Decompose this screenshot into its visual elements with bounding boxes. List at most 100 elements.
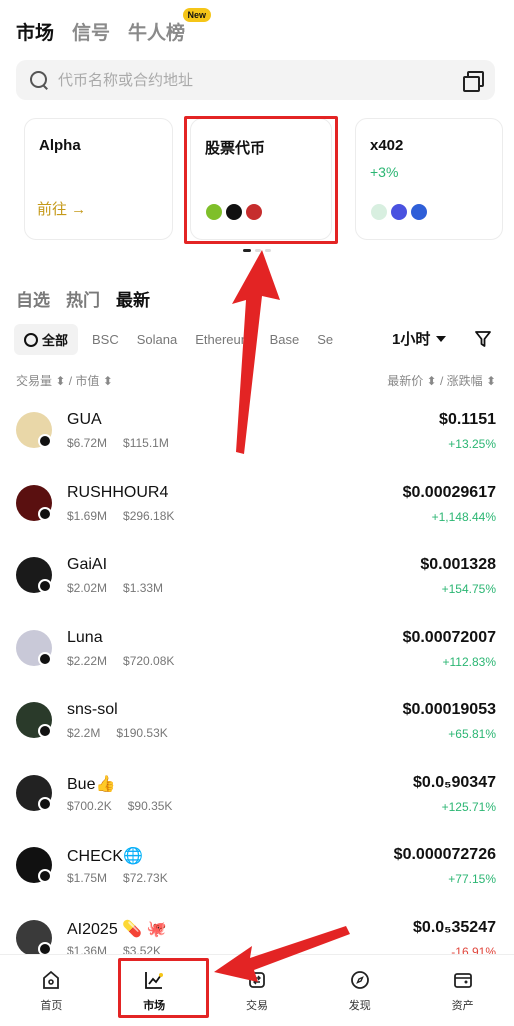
token-stats: $2.2M $190.53K: [67, 726, 168, 740]
chain-filter: 全部 BSC Solana Ethereum Base Se: [14, 324, 384, 355]
token-name: GUA: [67, 411, 102, 428]
nvidia-icon: [205, 203, 223, 221]
carousel-dot: [265, 249, 271, 252]
apple-icon: [225, 203, 243, 221]
tab-market[interactable]: 市场: [16, 18, 54, 45]
smile-icon: [390, 203, 408, 221]
filter-icon[interactable]: [474, 330, 492, 348]
token-change: +154.75%: [441, 582, 496, 596]
card-token-icons: [370, 203, 428, 221]
card-x402[interactable]: x402 +3%: [355, 118, 503, 240]
tab-hot[interactable]: 热门: [66, 286, 100, 311]
token-list: GUA $6.72M $115.1M $0.1151 +13.25% RUSHH…: [0, 398, 514, 978]
carousel-dots: [243, 249, 271, 252]
column-header: 交易量 ⬍ / 市值 ⬍ 最新价 ⬍ / 涨跌幅 ⬍: [16, 372, 496, 389]
token-row[interactable]: Luna $2.22M $720.08K $0.00072007 +112.83…: [0, 616, 514, 689]
card-go-link[interactable]: 前往 →: [37, 198, 86, 219]
nav-home[interactable]: 首页: [11, 969, 91, 1013]
tab-leaderboard[interactable]: 牛人榜 New: [128, 8, 212, 45]
token-change: +112.83%: [442, 654, 497, 669]
token-stats: $2.22M $720.08K: [67, 654, 174, 668]
token-volume: $2.22M: [67, 653, 108, 668]
token-name: sns-sol: [67, 701, 118, 718]
tesla-icon: [245, 203, 263, 221]
nav-discover[interactable]: 发现: [320, 969, 400, 1013]
wallet-icon: [453, 972, 472, 988]
token-row[interactable]: CHECK🌐 $1.75M $72.73K $0.000072726 +77.1…: [0, 833, 514, 906]
chain-badge-icon: [38, 796, 52, 811]
bottom-nav: 首页 市场 交易 发现 资产: [0, 954, 514, 1026]
token-row[interactable]: GaiAI $2.02M $1.33M $0.001328 +154.75%: [0, 543, 514, 616]
token-name: AI2025 💊 🐙: [67, 920, 167, 938]
token-mcap: $190.53K: [116, 726, 168, 740]
token-price: $0.00072007: [402, 628, 496, 646]
timeframe-value: 1小时: [392, 331, 431, 348]
token-volume: $6.72M: [67, 436, 108, 450]
card-title: 股票代币: [205, 140, 266, 157]
token-volume: $1.69M: [67, 508, 108, 523]
nav-label: 首页: [40, 999, 63, 1012]
token-row[interactable]: sns-sol $2.2M $190.53K $0.00019053 +65.8…: [0, 688, 514, 761]
token-stats: $2.02M $1.33M: [67, 581, 163, 595]
token-row[interactable]: GUA $6.72M $115.1M $0.1151 +13.25%: [0, 398, 514, 471]
card-title: x402: [370, 137, 404, 154]
card-stock-tokens[interactable]: 股票代币: [190, 118, 332, 240]
token-volume: $2.2M: [67, 726, 101, 740]
token-stats: $6.72M $115.1M: [67, 436, 169, 450]
leaf-icon: [370, 203, 388, 221]
column-volume-mcap[interactable]: 交易量 ⬍ / 市值 ⬍: [16, 372, 113, 389]
chart-icon: [145, 971, 164, 989]
token-stats: $1.69M $296.18K: [67, 509, 174, 523]
token-price: $0.000072726: [393, 846, 496, 863]
card-token-icons: [205, 203, 263, 221]
nav-trade[interactable]: 交易: [217, 969, 297, 1013]
token-mcap: $1.33M: [123, 581, 164, 595]
token-price: $0.00029617: [402, 483, 496, 501]
tab-signal[interactable]: 信号: [72, 18, 110, 45]
chain-solana[interactable]: Solana: [133, 326, 181, 353]
chain-more[interactable]: Se: [313, 326, 337, 353]
token-price: $0.0₅90347: [413, 773, 496, 791]
nav-market[interactable]: 市场: [114, 969, 194, 1013]
column-price-change[interactable]: 最新价 ⬍ / 涨跌幅 ⬍: [387, 372, 496, 389]
nav-assets[interactable]: 资产: [423, 969, 503, 1013]
chain-ethereum[interactable]: Ethereum: [191, 326, 255, 353]
token-mcap: $72.73K: [123, 871, 168, 885]
token-name: RUSHHOUR4: [67, 483, 169, 501]
chain-badge-icon: [38, 651, 52, 666]
chain-badge-icon: [38, 434, 52, 448]
nav-label: 市场: [143, 999, 166, 1012]
chain-bsc[interactable]: BSC: [88, 326, 123, 353]
token-price: $0.001328: [420, 556, 496, 573]
globe-icon: [24, 332, 38, 347]
nav-label: 交易: [245, 999, 268, 1012]
token-row[interactable]: RUSHHOUR4 $1.69M $296.18K $0.00029617 +1…: [0, 471, 514, 544]
token-mcap: $296.18K: [123, 508, 175, 523]
token-name: Bue👍: [67, 775, 116, 793]
card-alpha[interactable]: Alpha 前往 →: [24, 118, 173, 240]
list-tabs: 自选 热门 最新: [16, 286, 150, 311]
chain-base[interactable]: Base: [266, 326, 304, 353]
token-stats: $700.2K $90.35K: [67, 799, 172, 813]
chain-badge-icon: [38, 579, 52, 593]
token-name: Luna: [67, 628, 103, 646]
token-change: +13.25%: [448, 437, 496, 451]
token-mcap: $90.35K: [127, 798, 173, 813]
token-stats: $1.75M $72.73K: [67, 871, 168, 885]
token-name: GaiAI: [67, 556, 108, 573]
card-title: Alpha: [39, 137, 81, 154]
tab-newest[interactable]: 最新: [116, 286, 150, 311]
token-name: CHECK🌐: [67, 848, 143, 865]
hexagon-icon: [410, 203, 428, 221]
token-change: +65.81%: [448, 727, 496, 741]
search-input[interactable]: [58, 71, 463, 89]
copy-icon[interactable]: [463, 70, 484, 92]
token-row[interactable]: Bue👍 $700.2K $90.35K $0.0₅90347 +125.71%: [0, 761, 514, 834]
tab-watchlist[interactable]: 自选: [16, 286, 50, 311]
swap-icon: [249, 971, 265, 988]
card-change: +3%: [370, 164, 399, 180]
search-bar[interactable]: [16, 60, 495, 100]
timeframe-select[interactable]: 1小时: [392, 328, 447, 349]
chain-all[interactable]: 全部: [14, 324, 79, 355]
new-badge: New: [182, 8, 212, 22]
